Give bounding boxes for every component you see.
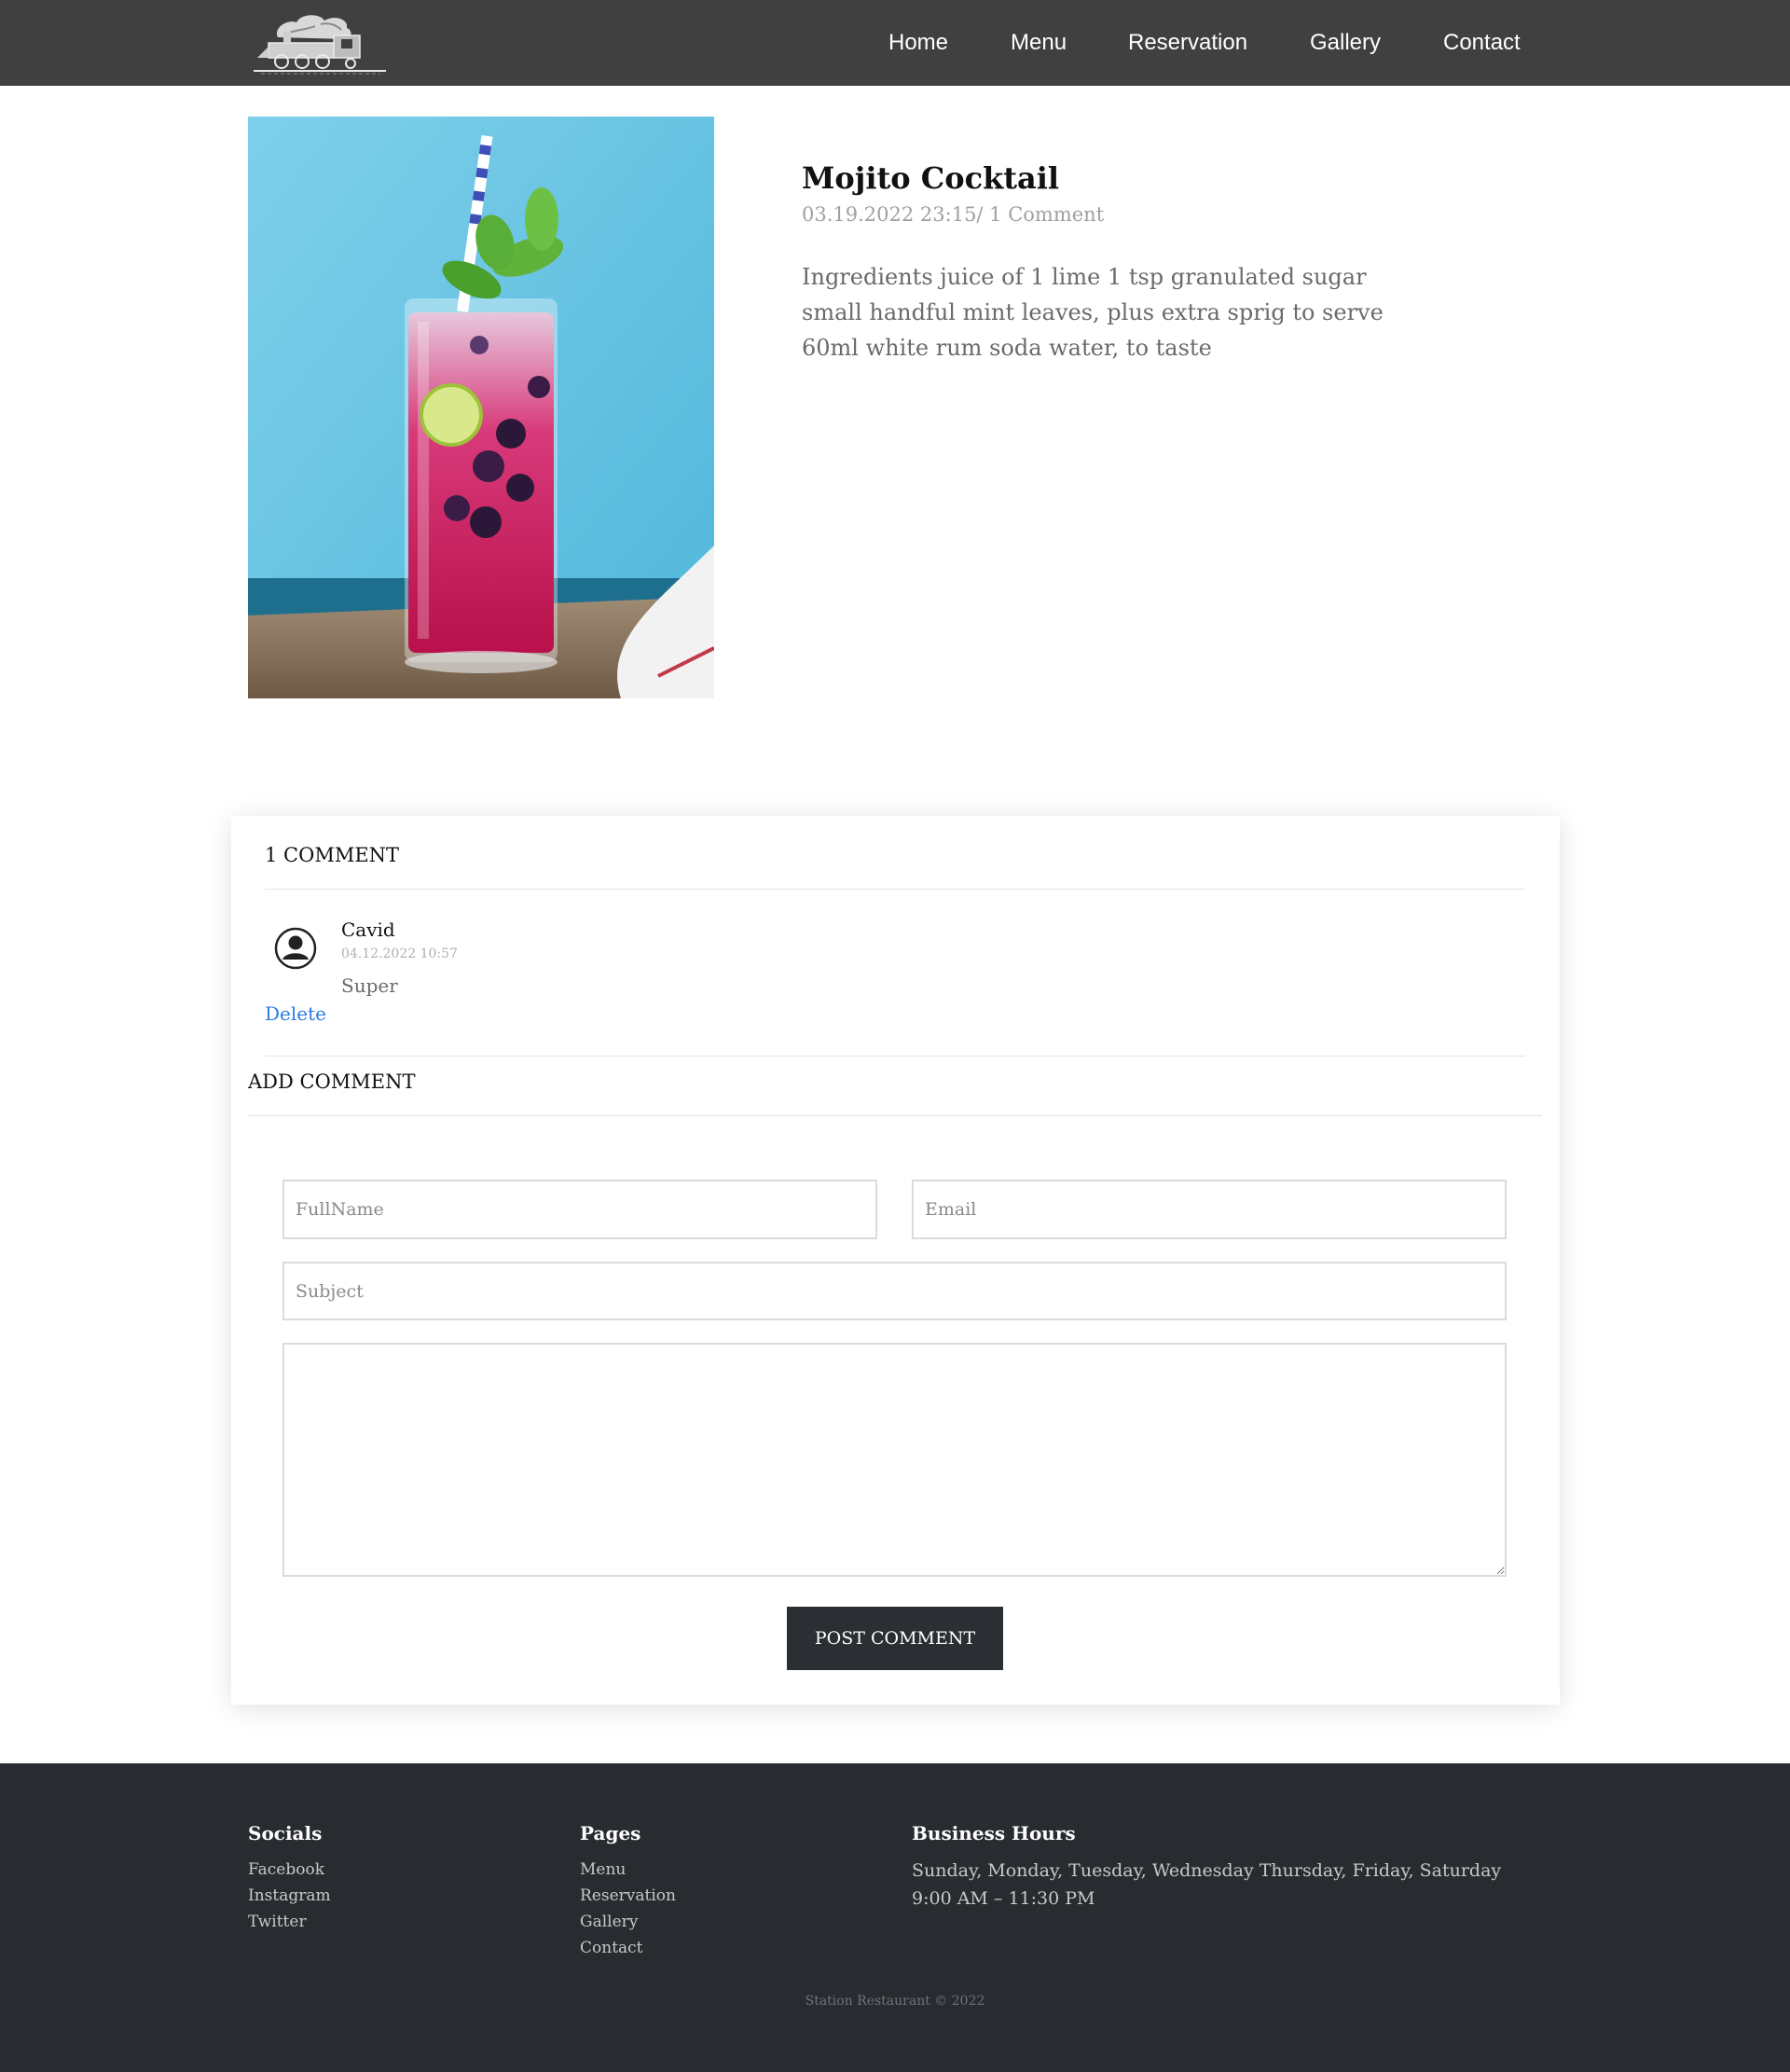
post-title: Mojito Cocktail xyxy=(802,160,1060,196)
nav-gallery[interactable]: Gallery xyxy=(1310,30,1381,56)
post-meta: 03.19.2022 23:15/ 1 Comment xyxy=(802,203,1105,226)
footer-link-contact[interactable]: Contact xyxy=(580,1939,643,1957)
post-image xyxy=(248,117,714,698)
post-comment-button[interactable]: POST COMMENT xyxy=(787,1607,1003,1670)
nav-contact[interactable]: Contact xyxy=(1443,30,1521,56)
footer-pages-heading: Pages xyxy=(580,1822,641,1844)
post-body: Ingredients juice of 1 lime 1 tsp granul… xyxy=(802,264,1384,361)
subject-input[interactable] xyxy=(282,1262,1507,1320)
train-logo-icon xyxy=(254,15,386,75)
user-avatar-icon xyxy=(274,927,317,970)
footer-link-gallery[interactable]: Gallery xyxy=(580,1913,638,1931)
top-navbar: Home Menu Reservation Gallery Contact xyxy=(0,0,1790,86)
delete-comment-link[interactable]: Delete xyxy=(265,1002,326,1025)
message-textarea[interactable] xyxy=(282,1343,1507,1577)
logo-link[interactable] xyxy=(250,9,390,76)
nav-menu[interactable]: Menu xyxy=(1011,30,1067,56)
nav-reservation[interactable]: Reservation xyxy=(1128,30,1247,56)
divider xyxy=(265,889,1525,890)
copyright-text: Station Restaurant © 2022 xyxy=(805,1994,985,2009)
footer-link-reservation[interactable]: Reservation xyxy=(580,1886,676,1905)
comment-text: Super xyxy=(341,974,398,997)
divider xyxy=(248,1115,1542,1116)
comments-heading: 1 COMMENT xyxy=(265,844,400,866)
nav-home[interactable]: Home xyxy=(888,30,948,56)
comment-author: Cavid xyxy=(341,919,395,941)
fullname-input[interactable] xyxy=(282,1180,877,1239)
footer-link-facebook[interactable]: Facebook xyxy=(248,1860,324,1879)
footer-link-instagram[interactable]: Instagram xyxy=(248,1886,331,1905)
comment-date: 04.12.2022 10:57 xyxy=(341,946,458,961)
divider xyxy=(265,1056,1525,1057)
footer-socials-heading: Socials xyxy=(248,1822,323,1844)
business-hours-time: 9:00 AM – 11:30 PM xyxy=(912,1888,1095,1909)
email-input[interactable] xyxy=(912,1180,1507,1239)
footer-link-twitter[interactable]: Twitter xyxy=(248,1913,307,1931)
footer-hours-heading: Business Hours xyxy=(912,1822,1076,1844)
add-comment-heading: ADD COMMENT xyxy=(248,1071,416,1093)
business-hours-days: Sunday, Monday, Tuesday, Wednesday Thurs… xyxy=(912,1860,1502,1881)
footer-link-menu[interactable]: Menu xyxy=(580,1860,626,1879)
